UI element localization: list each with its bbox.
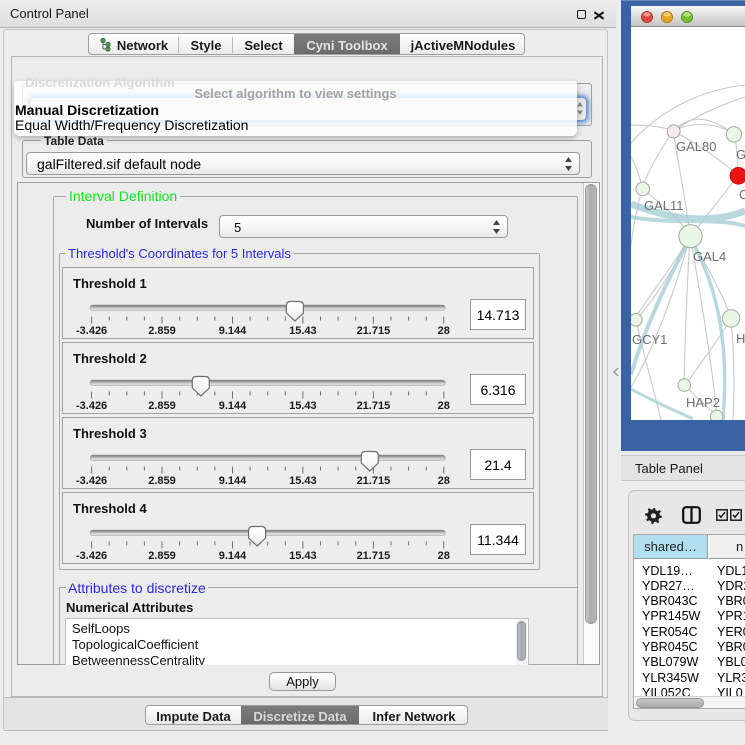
svg-text:21.715: 21.715 [357,550,391,562]
svg-text:-3.426: -3.426 [76,475,107,487]
svg-text:GAL4: GAL4 [693,249,726,264]
svg-text:G.: G. [736,147,745,162]
svg-text:28: 28 [438,475,450,487]
svg-text:HAP2: HAP2 [686,395,720,410]
svg-text:15.43: 15.43 [289,550,317,562]
svg-text:9.144: 9.144 [219,475,247,487]
svg-text:2.859: 2.859 [148,325,176,337]
svg-text:GAL11: GAL11 [644,198,684,213]
svg-text:2.859: 2.859 [148,550,176,562]
svg-text:-3.426: -3.426 [76,400,107,412]
svg-text:21.715: 21.715 [357,325,391,337]
svg-text:15.43: 15.43 [289,400,317,412]
svg-text:9.144: 9.144 [219,400,247,412]
svg-text:2.859: 2.859 [148,400,176,412]
svg-text:GAL80: GAL80 [676,139,716,154]
svg-text:21.715: 21.715 [357,400,391,412]
svg-text:28: 28 [438,550,450,562]
svg-text:-3.426: -3.426 [76,550,107,562]
svg-text:9.144: 9.144 [219,325,247,337]
svg-text:15.43: 15.43 [289,475,317,487]
svg-text:28: 28 [438,400,450,412]
svg-text:-3.426: -3.426 [76,325,107,337]
svg-text:15.43: 15.43 [289,325,317,337]
svg-text:21.715: 21.715 [357,475,391,487]
svg-text:2.859: 2.859 [148,475,176,487]
svg-text:GCY1: GCY1 [632,332,667,347]
svg-text:H: H [736,331,745,346]
svg-text:9.144: 9.144 [219,550,247,562]
svg-text:C: C [739,187,745,202]
svg-text:28: 28 [438,325,450,337]
